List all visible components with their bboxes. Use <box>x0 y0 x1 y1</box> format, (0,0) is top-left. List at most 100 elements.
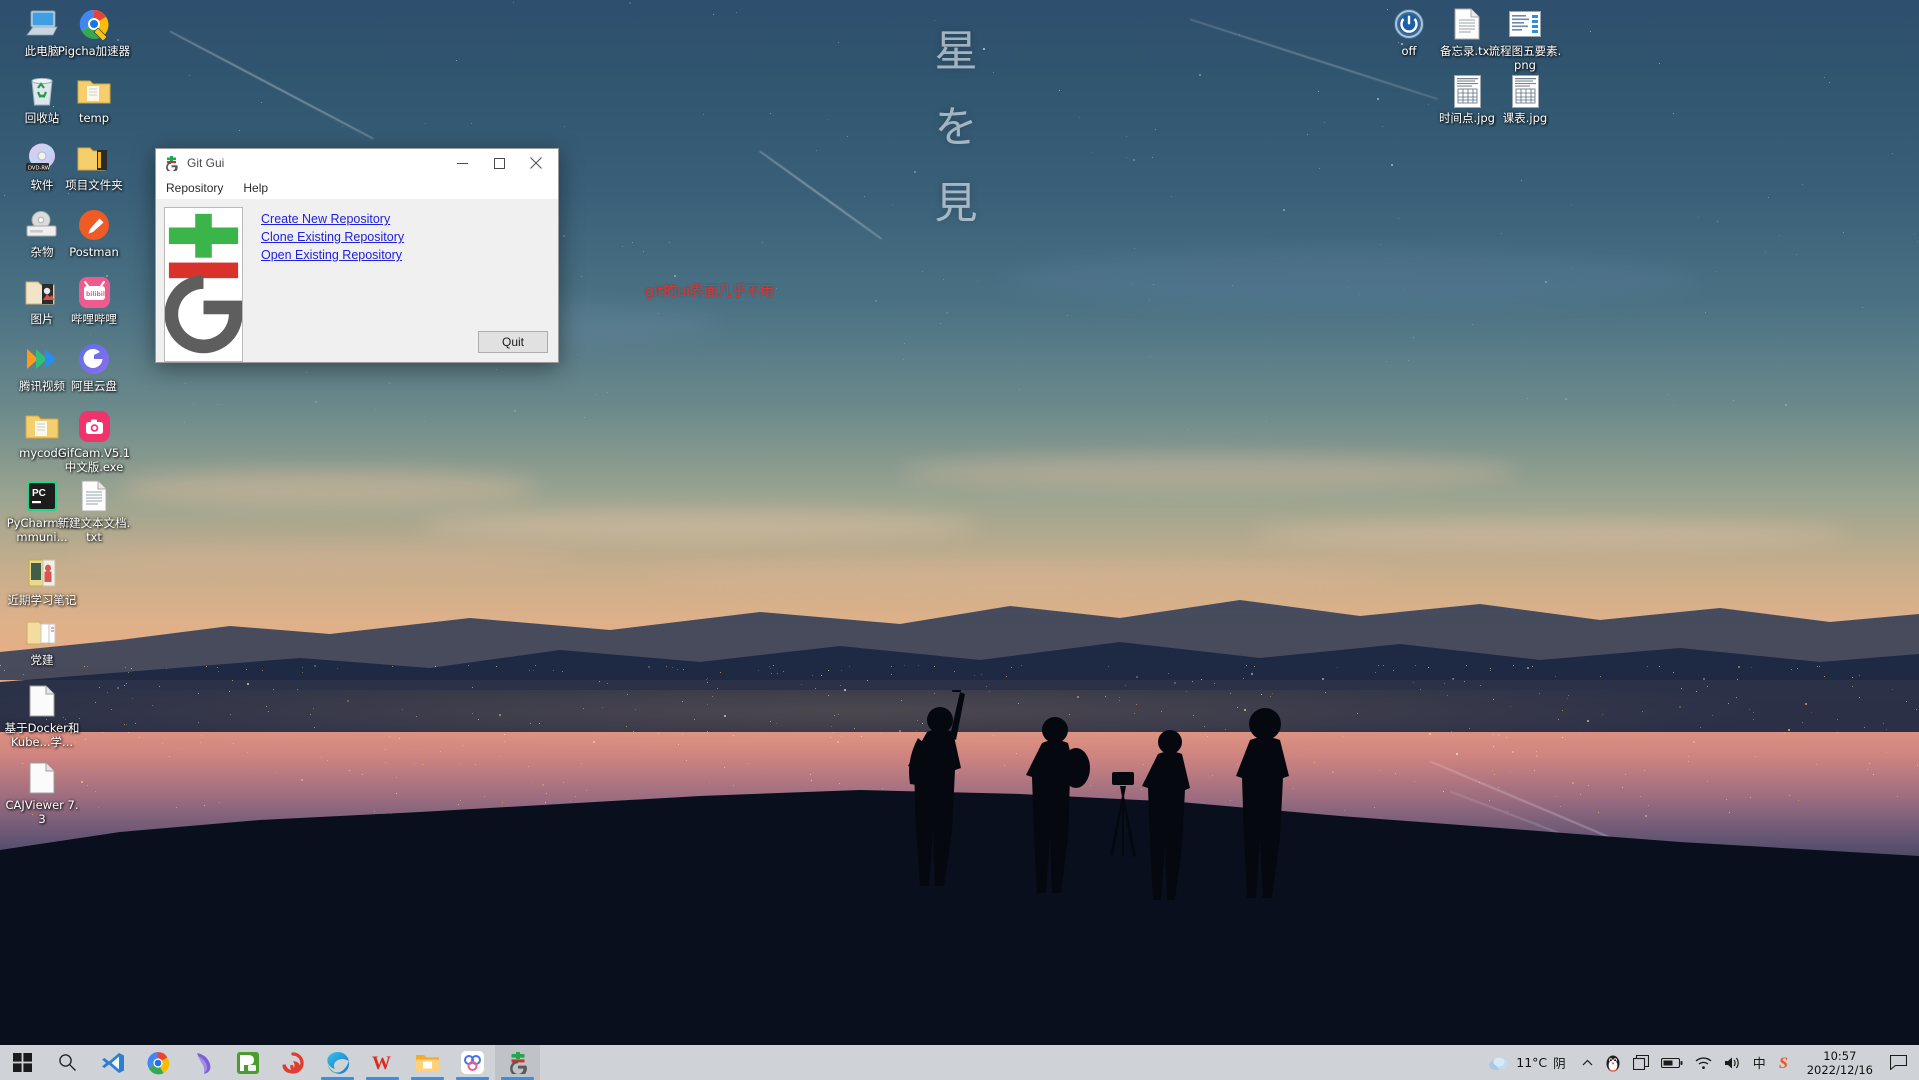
notes-folder-icon <box>24 555 60 591</box>
desktop-icon-label: off <box>1402 45 1417 59</box>
bilibili-icon: bilibili <box>76 274 112 310</box>
desktop-icon-jpg-image-icon[interactable]: 课表.jpg <box>1487 73 1563 126</box>
create-new-repository-link[interactable]: Create New Repository <box>261 212 390 226</box>
folder-icon <box>24 408 60 444</box>
speaker-icon[interactable] <box>1718 1045 1747 1080</box>
contrail-streak <box>170 30 374 140</box>
desktop-icon-text-file-icon[interactable]: 新建文本文档.txt <box>56 478 132 544</box>
desktop-icon-document-icon[interactable]: CAJViewer 7.3 <box>4 760 80 826</box>
edge-button[interactable] <box>315 1045 360 1080</box>
desktop-icon-folder-icon[interactable]: temp <box>56 73 132 126</box>
desktop-icon-label: 基于Docker和Kube...学... <box>4 722 80 749</box>
desktop-icon-label: Pigcha加速器 <box>58 45 130 59</box>
git-gui-window[interactable]: Git Gui Repository Help Create New Repos… <box>155 148 559 363</box>
desktop-icon-document-icon[interactable]: 基于Docker和Kube...学... <box>4 683 80 749</box>
aliyun-button[interactable] <box>450 1045 495 1080</box>
desktop-icon-label: temp <box>79 112 109 126</box>
desktop-icon-label: 党建 <box>31 654 54 668</box>
cloud <box>420 510 980 540</box>
cloud-icon <box>1488 1055 1510 1071</box>
desktop-icon-png-image-icon[interactable]: 流程图五要素.png <box>1487 6 1563 72</box>
search-button[interactable] <box>45 1045 90 1080</box>
cloud <box>1000 250 1700 310</box>
cloud <box>120 470 540 506</box>
open-existing-repository-link[interactable]: Open Existing Repository <box>261 248 402 262</box>
svg-text:W: W <box>372 1053 391 1074</box>
jpg-image-icon <box>1449 73 1485 109</box>
svg-text:S: S <box>1779 1055 1788 1071</box>
close-icon[interactable] <box>518 149 554 177</box>
desktop-icon-aliyun-drive-icon[interactable]: 阿里云盘 <box>56 341 132 394</box>
desktop-icon-label: 近期学习笔记 <box>8 594 77 608</box>
chinese-ime-icon[interactable]: 中 <box>1747 1045 1772 1080</box>
git-gui-actions: Create New Repository Clone Existing Rep… <box>261 212 404 262</box>
git-gui-app-icon <box>165 156 178 171</box>
search-icon <box>58 1053 77 1072</box>
document-icon <box>24 760 60 796</box>
desktop-icon-label: 此电脑 <box>25 45 60 59</box>
folder-docs-icon <box>24 615 60 651</box>
postman-icon <box>76 207 112 243</box>
menu-repository[interactable]: Repository <box>163 180 226 196</box>
document-icon <box>24 683 60 719</box>
idea-button[interactable] <box>270 1045 315 1080</box>
start-button[interactable] <box>0 1045 45 1080</box>
desktop-icon-label: 图片 <box>31 313 54 327</box>
quit-button[interactable]: Quit <box>478 331 548 353</box>
wifi-icon[interactable] <box>1689 1045 1718 1080</box>
disk-drive-icon <box>24 207 60 243</box>
pycharm-green-icon <box>237 1052 259 1074</box>
pictures-folder-icon <box>24 274 60 310</box>
menu-help[interactable]: Help <box>240 180 271 196</box>
power-off-icon <box>1391 6 1427 42</box>
taskbar: W 11°C 阴 中 S 10:57 2022/12/16 <box>0 1045 1919 1080</box>
desktop-icon-label: 课表.jpg <box>1503 112 1547 126</box>
chrome-button[interactable] <box>135 1045 180 1080</box>
text-file-icon <box>76 478 112 514</box>
system-tray: 11°C 阴 中 S 10:57 2022/12/16 <box>1482 1045 1919 1080</box>
weather-temperature: 11°C <box>1516 1055 1547 1070</box>
pycharm-button[interactable] <box>225 1045 270 1080</box>
minimize-icon[interactable] <box>444 149 480 177</box>
git-gui-menubar[interactable]: Repository Help <box>156 177 558 199</box>
clone-existing-repository-link[interactable]: Clone Existing Repository <box>261 230 404 244</box>
desktop-icon-gifcam-icon[interactable]: GifCam.V5.1中文版.exe <box>56 408 132 474</box>
qq-penguin-icon[interactable] <box>1599 1045 1627 1080</box>
folder-icon <box>76 73 112 109</box>
chevron-up-icon[interactable] <box>1576 1045 1599 1080</box>
desktop-icon-label: 项目文件夹 <box>65 179 123 193</box>
desktop-icon-label: 软件 <box>31 179 54 193</box>
desktop-icon-label: CAJViewer 7.3 <box>4 799 80 826</box>
desktop-icon-notes-folder-icon[interactable]: 近期学习笔记 <box>4 555 80 608</box>
explorer-button[interactable] <box>405 1045 450 1080</box>
desktop-icon-bilibili-icon[interactable]: bilibili 哔哩哔哩 <box>56 274 132 327</box>
notification-icon[interactable] <box>1881 1045 1915 1080</box>
desktop-icon-label: 杂物 <box>31 246 54 260</box>
maximize-icon[interactable] <box>481 149 517 177</box>
git-gui-icon <box>508 1052 528 1074</box>
clock-widget[interactable]: 10:57 2022/12/16 <box>1799 1049 1881 1077</box>
wps-button[interactable]: W <box>360 1045 405 1080</box>
navicat-button[interactable] <box>180 1045 225 1080</box>
clock-time: 10:57 <box>1807 1049 1873 1063</box>
svg-text:PC: PC <box>32 488 46 499</box>
desktop-icon-folder-docs-icon[interactable]: 党建 <box>4 615 80 668</box>
window-copy-icon[interactable] <box>1627 1045 1655 1080</box>
png-image-icon <box>1507 6 1543 42</box>
weather-widget[interactable]: 11°C 阴 <box>1482 1053 1575 1072</box>
taskbar-apps: W <box>0 1045 540 1080</box>
battery-icon[interactable] <box>1655 1045 1689 1080</box>
edge-icon <box>326 1051 350 1075</box>
vscode-button[interactable] <box>90 1045 135 1080</box>
desktop-icon-postman-icon[interactable]: Postman <box>56 207 132 260</box>
vscode-icon <box>101 1051 125 1075</box>
desktop-icon-folder-open-icon[interactable]: 项目文件夹 <box>56 140 132 193</box>
desktop-icon-label: GifCam.V5.1中文版.exe <box>56 447 132 474</box>
red-annotation-text: git的ui界面几乎不用 <box>645 281 774 301</box>
desktop-icon-label: 流程图五要素.png <box>1487 45 1563 72</box>
git-gui-titlebar[interactable]: Git Gui <box>156 149 558 177</box>
gitgui-button[interactable] <box>495 1045 540 1080</box>
desktop-icon-pigcha-booster-icon[interactable]: Pigcha加速器 <box>56 6 132 59</box>
sogou-s-icon[interactable]: S <box>1772 1045 1799 1080</box>
svg-text:DVD-RW: DVD-RW <box>28 166 50 172</box>
